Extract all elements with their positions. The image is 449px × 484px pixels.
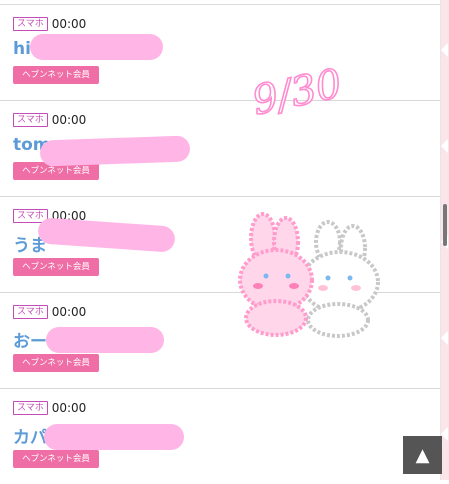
up-triangle-icon: ▲	[415, 444, 430, 466]
date-sticker: 9/30	[248, 60, 340, 123]
visitor-name[interactable]: hi	[13, 39, 31, 59]
date-sticker-text: 9/30	[248, 61, 340, 123]
redaction-mark	[46, 327, 164, 353]
visit-meta: スマホ 00:00	[13, 113, 86, 127]
device-tag: スマホ	[13, 17, 48, 31]
redaction-mark	[39, 135, 191, 167]
scroll-notch	[441, 331, 448, 345]
member-badge: ヘブンネット会員	[13, 258, 99, 276]
scroll-notch	[441, 139, 448, 153]
redaction-mark	[44, 424, 184, 450]
visitor-name[interactable]: カパ	[13, 423, 47, 448]
visit-meta: スマホ 00:00	[13, 401, 86, 415]
visit-meta: スマホ 00:00	[13, 17, 86, 31]
scroll-top-button[interactable]: ▲	[403, 436, 442, 474]
member-badge: ヘブンネット会員	[13, 450, 99, 468]
scroll-notch	[441, 43, 448, 57]
bunny-sticker-icon	[238, 212, 380, 338]
device-tag: スマホ	[13, 113, 48, 127]
visit-time: 00:00	[51, 17, 87, 31]
visit-time: 00:00	[51, 305, 87, 319]
visit-time: 00:00	[51, 113, 87, 127]
visitor-name[interactable]: おー	[13, 327, 47, 352]
device-tag: スマホ	[13, 401, 48, 415]
visit-meta: スマホ 00:00	[13, 305, 86, 319]
redaction-mark	[30, 34, 163, 60]
member-badge: ヘブンネット会員	[13, 66, 99, 84]
scrollbar-thumb[interactable]	[443, 204, 447, 246]
member-badge: ヘブンネット会員	[13, 354, 99, 372]
visit-time: 00:00	[51, 401, 87, 415]
scroll-notch	[441, 427, 448, 441]
device-tag: スマホ	[13, 305, 48, 319]
